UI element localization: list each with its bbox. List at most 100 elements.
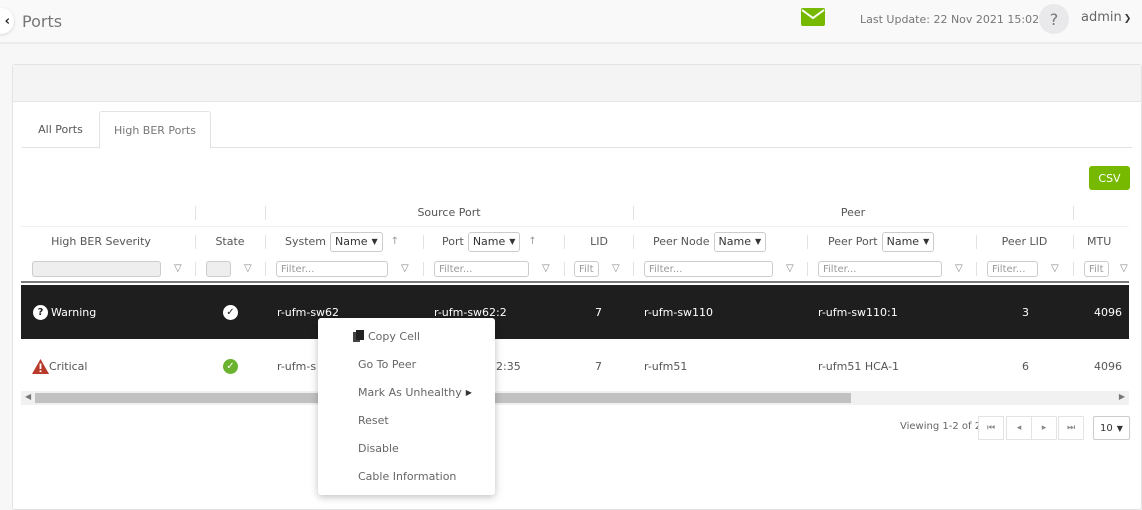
menu-item-cable-information[interactable]: Cable Information — [358, 466, 456, 486]
menu-item-reset[interactable]: Reset — [358, 410, 389, 430]
peer-port-cell: r-ufm51 HCA-1 — [818, 359, 900, 373]
column-header-lid[interactable]: LID — [564, 227, 634, 256]
column-header-high-ber-severity[interactable]: High BER Severity — [21, 227, 181, 256]
chevron-down-icon: ▼ — [923, 237, 930, 246]
peer-port-name-select[interactable]: Name ▼ — [881, 231, 935, 252]
prev-page-icon: ◂ — [1016, 423, 1022, 433]
viewing-count: Viewing 1-2 of 2 — [900, 421, 982, 432]
user-menu[interactable]: admin ❯ — [1081, 10, 1131, 25]
peer-node-cell: r-ufm-sw110 — [644, 305, 714, 319]
page-size-select[interactable]: 10 ▼ — [1093, 416, 1130, 440]
severity-cell: ? Warning — [33, 285, 96, 339]
system-cell: r-ufm-s — [277, 359, 317, 373]
back-button[interactable]: ‹ — [0, 8, 14, 34]
check-circle-icon: ✓ — [223, 304, 238, 320]
filter-icon[interactable]: ▽ — [401, 263, 409, 274]
horizontal-scrollbar[interactable]: ◀ ▶ — [21, 391, 1129, 405]
column-header-row: High BER Severity State System Name ▼ ↑ P… — [21, 227, 1129, 256]
system-filter-input[interactable]: Filter... — [276, 261, 388, 277]
sort-asc-icon[interactable]: ↑ — [391, 236, 399, 247]
menu-item-mark-as-unhealthy[interactable]: Mark As Unhealthy ▶ — [358, 382, 472, 402]
peer-node-name-select[interactable]: Name ▼ — [713, 231, 767, 252]
table-row[interactable]: Critical ✓ r-ufm-s 2:35 7 r-ufm51 r-ufm5… — [21, 339, 1129, 393]
last-page-button[interactable]: ⏭ — [1058, 416, 1084, 440]
menu-item-go-to-peer[interactable]: Go To Peer — [358, 354, 416, 374]
column-header-mtu[interactable]: MTU — [1073, 227, 1129, 256]
column-header-state[interactable]: State — [195, 227, 265, 256]
column-header-peer-node[interactable]: Peer Node Name ▼ — [653, 227, 813, 256]
state-cell: ✓ — [223, 285, 238, 339]
column-label: System — [285, 235, 327, 248]
tab-all-ports[interactable]: All Ports — [22, 111, 99, 148]
column-separator — [195, 206, 196, 220]
mtu-cell: 4096 — [1094, 305, 1122, 319]
peer-node-filter-input[interactable]: Filter... — [644, 261, 773, 277]
column-header-port[interactable]: Port Name ▼ ↑ — [442, 227, 582, 256]
column-label: Port — [442, 235, 464, 248]
peer-lid-filter-input[interactable]: Filter... — [987, 261, 1038, 277]
filter-icon[interactable]: ▽ — [1051, 263, 1059, 274]
port-name-select[interactable]: Name ▼ — [467, 231, 521, 252]
prev-page-button[interactable]: ◂ — [1006, 416, 1032, 440]
scroll-right-icon[interactable]: ▶ — [1119, 392, 1125, 401]
next-page-button[interactable]: ▸ — [1031, 416, 1057, 440]
severity-filter[interactable] — [32, 261, 161, 277]
menu-item-disable[interactable]: Disable — [358, 438, 399, 458]
system-name-select[interactable]: Name ▼ — [330, 231, 383, 252]
csv-export-button[interactable]: CSV — [1089, 166, 1130, 190]
column-header-peer-lid[interactable]: Peer LID — [976, 227, 1073, 256]
column-header-system[interactable]: System Name ▼ ↑ — [285, 227, 435, 256]
scroll-left-icon[interactable]: ◀ — [25, 392, 31, 401]
menu-item-copy-cell[interactable]: Copy Cell — [353, 326, 420, 346]
severity-label: Critical — [49, 359, 88, 373]
back-chevron-icon: ‹ — [4, 13, 10, 29]
filter-icon[interactable]: ▽ — [1120, 263, 1128, 274]
filter-icon[interactable]: ▽ — [955, 263, 963, 274]
filter-icon[interactable]: ▽ — [542, 263, 550, 274]
state-cell: ✓ — [223, 339, 238, 393]
username: admin — [1081, 10, 1122, 25]
lid-cell: 7 — [595, 305, 602, 319]
state-filter[interactable] — [206, 261, 231, 277]
help-button[interactable]: ? — [1039, 4, 1069, 34]
filter-icon[interactable]: ▽ — [174, 263, 182, 274]
filter-icon[interactable]: ▽ — [244, 263, 252, 274]
next-page-icon: ▸ — [1041, 423, 1047, 433]
panel-header — [13, 65, 1141, 102]
filter-icon[interactable]: ▽ — [786, 263, 794, 274]
top-bar: ‹ Ports Last Update: 22 Nov 2021 15:02 ?… — [0, 0, 1142, 44]
column-header-peer-port[interactable]: Peer Port Name ▼ — [828, 227, 988, 256]
table-row[interactable]: ? Warning ✓ r-ufm-sw62 r-ufm-sw62:2 7 r-… — [21, 285, 1129, 339]
filter-row: ▽ ▽ Filter... ▽ Filter... ▽ Filt ▽ Filte… — [21, 256, 1129, 283]
menu-item-label: Copy Cell — [368, 329, 420, 343]
submenu-arrow-icon: ▶ — [465, 387, 472, 397]
last-page-icon: ⏭ — [1066, 423, 1076, 433]
menu-item-label: Mark As Unhealthy — [358, 385, 462, 399]
filter-icon[interactable]: ▽ — [612, 263, 620, 274]
first-page-icon: ⏮ — [986, 423, 996, 433]
peer-lid-cell: 6 — [1022, 359, 1029, 373]
context-menu: Copy Cell Go To Peer Mark As Unhealthy ▶… — [318, 318, 495, 495]
page-title: Ports — [22, 12, 63, 31]
port-cell: 2:35 — [496, 359, 521, 373]
first-page-button[interactable]: ⏮ — [978, 416, 1004, 440]
severity-label: Warning — [51, 305, 97, 319]
peer-port-filter-input[interactable]: Filter... — [818, 261, 942, 277]
mtu-filter-input[interactable]: Filt — [1084, 261, 1109, 277]
page-size-value: 10 — [1100, 422, 1113, 434]
select-value: Name — [335, 235, 368, 248]
mtu-cell: 4096 — [1094, 359, 1122, 373]
lid-filter-input[interactable]: Filt — [574, 261, 599, 277]
group-header-row: Source Port Peer — [21, 198, 1129, 227]
copy-icon — [353, 330, 364, 342]
column-label: Peer Port — [828, 235, 878, 248]
group-header-source-port: Source Port — [417, 205, 481, 219]
tab-bar: All Ports High BER Ports — [22, 111, 1132, 149]
envelope-icon[interactable] — [801, 8, 825, 26]
sort-asc-icon[interactable]: ↑ — [528, 236, 536, 247]
port-filter-input[interactable]: Filter... — [434, 261, 529, 277]
chevron-down-icon: ▼ — [754, 237, 762, 246]
select-value: Name — [886, 235, 920, 248]
tab-high-ber-ports[interactable]: High BER Ports — [99, 111, 211, 149]
column-label: Peer Node — [653, 235, 710, 248]
